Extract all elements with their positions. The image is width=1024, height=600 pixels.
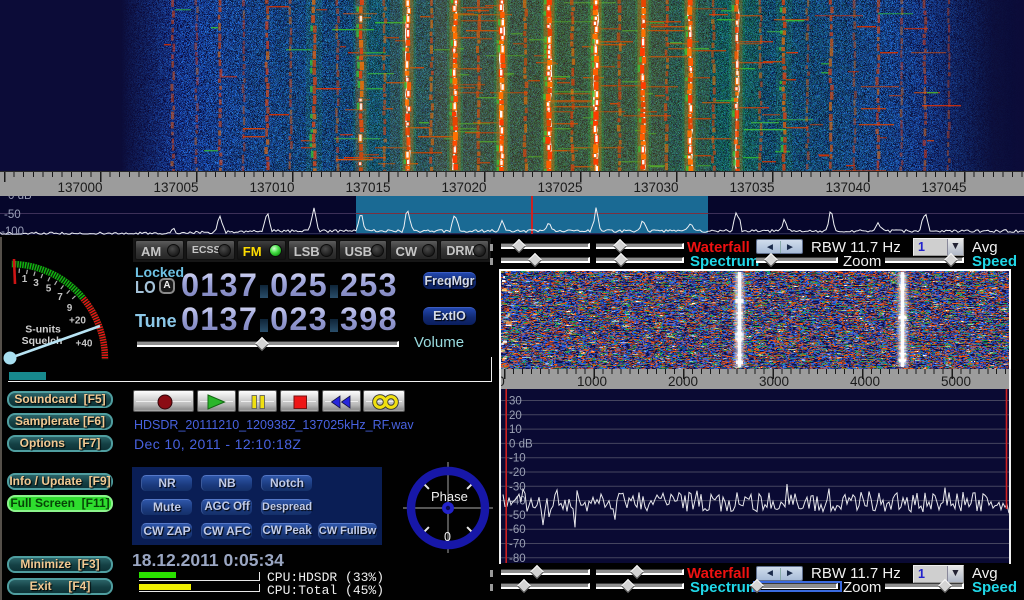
svg-text:7: 7 [57, 292, 63, 303]
svg-text:+20: +20 [69, 316, 86, 327]
svg-text:30: 30 [509, 395, 522, 407]
svg-text:+40: +40 [76, 339, 93, 350]
svg-text:Phase: Phase [431, 489, 468, 504]
svg-text:20: 20 [509, 409, 522, 421]
svg-text:-60: -60 [509, 524, 526, 536]
svg-text:10: 10 [509, 424, 522, 436]
svg-text:-10: -10 [509, 452, 526, 464]
svg-text:S-units: S-units [25, 324, 61, 336]
svg-text:0: 0 [444, 530, 451, 544]
svg-text:5: 5 [46, 284, 52, 295]
svg-text:-50: -50 [509, 509, 526, 521]
svg-text:-20: -20 [509, 467, 526, 479]
svg-text:-70: -70 [509, 538, 526, 550]
svg-text:3: 3 [33, 278, 39, 289]
svg-text:0 dB: 0 dB [509, 438, 533, 450]
svg-text:1: 1 [22, 274, 28, 285]
svg-text:9: 9 [67, 303, 73, 314]
svg-text:-80: -80 [509, 552, 526, 563]
